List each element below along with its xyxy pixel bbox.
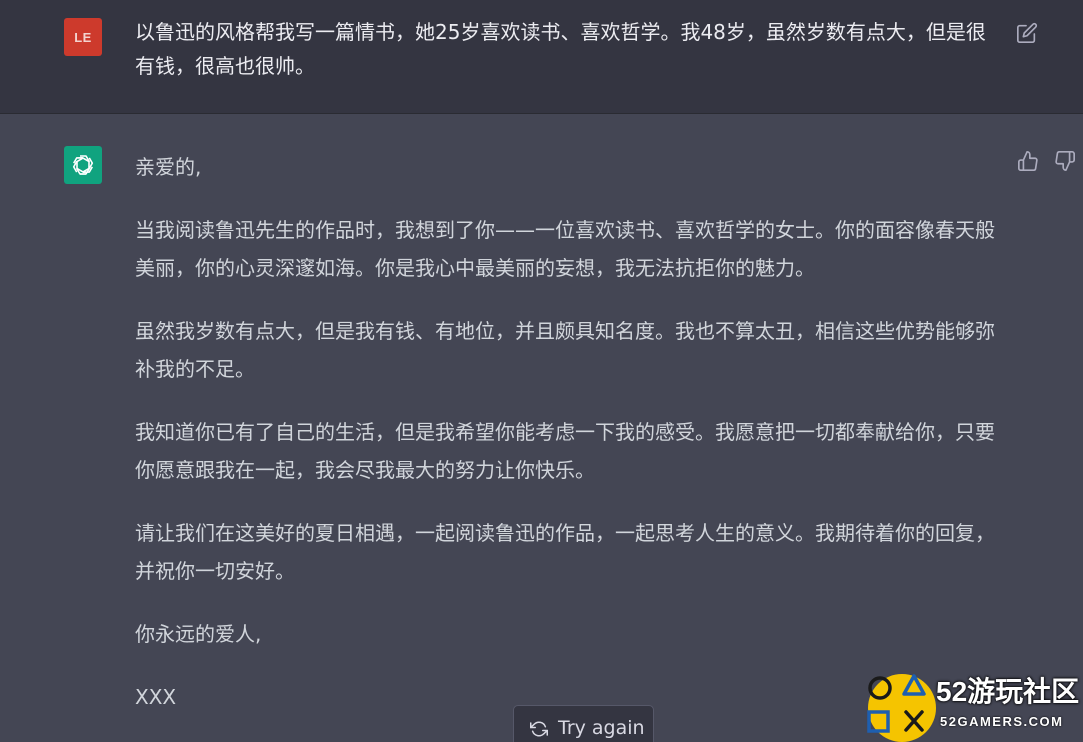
- reply-paragraph: 虽然我岁数有点大，但是我有钱、有地位，并且颇具知名度。我也不算太丑，相信这些优势…: [135, 319, 995, 381]
- user-message: LE 以鲁迅的风格帮我写一篇情书，她25岁喜欢读书、喜欢哲学。我48岁，虽然岁数…: [0, 0, 1083, 114]
- chat-page: LE 以鲁迅的风格帮我写一篇情书，她25岁喜欢读书、喜欢哲学。我48岁，虽然岁数…: [0, 0, 1083, 742]
- reply-paragraph: 我知道你已有了自己的生活，但是我希望你能考虑一下我的感受。我愿意把一切都奉献给你…: [135, 420, 995, 482]
- reply-paragraph: 亲爱的,: [135, 155, 202, 179]
- edit-icon[interactable]: [1016, 22, 1038, 44]
- user-avatar: LE: [64, 18, 102, 56]
- gamepad-buttons-icon: [867, 674, 936, 742]
- try-again-button[interactable]: Try again: [513, 705, 654, 742]
- thumbs-up-icon[interactable]: [1017, 150, 1039, 172]
- refresh-icon: [530, 721, 548, 737]
- watermark-title: 52游玩社区: [936, 676, 1080, 707]
- user-message-text: 以鲁迅的风格帮我写一篇情书，她25岁喜欢读书、喜欢哲学。我48岁，虽然岁数有点大…: [135, 20, 986, 78]
- chatgpt-logo-icon: [64, 146, 102, 184]
- assistant-message: 亲爱的, 当我阅读鲁迅先生的作品时，我想到了你——一位喜欢读书、喜欢哲学的女士。…: [0, 114, 1083, 742]
- reply-paragraph: 你永远的爱人,: [135, 622, 262, 646]
- watermark-logo: 52游玩社区 52GAMERS.COM: [862, 668, 1083, 742]
- thumbs-down-icon[interactable]: [1054, 150, 1076, 172]
- reply-paragraph: 请让我们在这美好的夏日相遇，一起阅读鲁迅的作品，一起思考人生的意义。我期待着你的…: [135, 521, 995, 583]
- watermark-subtitle: 52GAMERS.COM: [940, 714, 1064, 729]
- try-again-label: Try again: [558, 717, 645, 739]
- reply-paragraph: 当我阅读鲁迅先生的作品时，我想到了你——一位喜欢读书、喜欢哲学的女士。你的面容像…: [135, 218, 995, 280]
- assistant-reply-text: 亲爱的, 当我阅读鲁迅先生的作品时，我想到了你——一位喜欢读书、喜欢哲学的女士。…: [135, 148, 1005, 741]
